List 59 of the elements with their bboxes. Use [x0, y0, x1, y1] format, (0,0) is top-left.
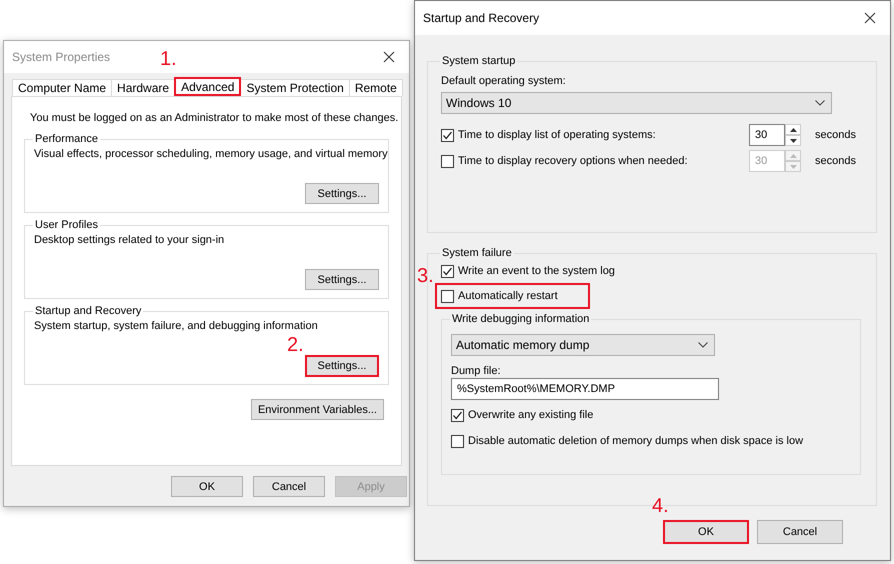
triangle-down-icon [790, 164, 796, 168]
settings-button[interactable]: Settings... [305, 269, 379, 290]
checkbox-label: Automatically restart [458, 290, 558, 302]
checkbox[interactable] [441, 290, 454, 302]
unit-label: seconds [815, 129, 856, 141]
checkbox-label: Time to display recovery options when needed: [458, 155, 688, 167]
close-icon[interactable] [864, 12, 876, 24]
group-title: User Profiles [34, 219, 99, 231]
step-number: 4. [652, 496, 669, 516]
dropdown[interactable]: Windows 10 [441, 92, 832, 114]
tab[interactable]: Remote [348, 79, 403, 96]
checkbox[interactable] [451, 434, 464, 448]
window-title: Startup and Recovery [423, 11, 540, 25]
close-icon[interactable] [383, 51, 395, 63]
dropdown[interactable]: Automatic memory dump [451, 334, 715, 356]
triangle-down-icon [790, 138, 796, 142]
triangle-up-icon [790, 154, 796, 158]
checkbox[interactable] [441, 264, 454, 278]
checkbox-label: Overwrite any existing file [468, 409, 594, 421]
number-field[interactable]: 30 [749, 124, 785, 146]
group-description: Visual effects, processor scheduling, memory usage, and virtual memory [34, 147, 388, 161]
checkbox-label: Time to display list of operating systems: [458, 129, 657, 141]
settings-button[interactable]: Settings... [305, 355, 379, 377]
group-description: Desktop settings related to your sign-in [34, 233, 224, 247]
checkbox[interactable] [451, 408, 464, 422]
window-title: System Properties [12, 50, 110, 64]
checkbox-label: Disable automatic deletion of memory dumps when disk space is low [468, 435, 804, 447]
step-number: 1. [160, 49, 177, 69]
tab[interactable]: Hardware [111, 79, 176, 96]
group-title: Performance [34, 133, 99, 145]
tab[interactable]: Computer Name [12, 79, 112, 96]
step-number: 2. [287, 335, 304, 355]
group-title: System startup [441, 55, 516, 67]
unit-label: seconds [815, 155, 856, 167]
notice-text: You must be logged on as an Administrator to make most of these changes. [30, 111, 398, 125]
step-number: 3. [417, 266, 434, 286]
tab[interactable]: System Protection [240, 79, 350, 96]
chevron-down-icon [698, 342, 708, 348]
group-title: System failure [441, 247, 513, 259]
group-description: System startup, system failure, and debugging information [34, 319, 318, 333]
group-title: Write debugging information [451, 313, 590, 325]
environment-variables-button[interactable]: Environment Variables... [250, 399, 384, 420]
checkbox[interactable] [441, 128, 454, 142]
field-label: Dump file: [451, 365, 502, 377]
checkbox[interactable] [441, 154, 454, 168]
input-field[interactable]: %SystemRoot%\MEMORY.DMP [451, 378, 719, 400]
dialog-button[interactable]: Cancel [253, 476, 325, 497]
settings-button[interactable]: Settings... [305, 183, 379, 204]
dialog-button[interactable]: OK [171, 476, 243, 497]
checkbox-label: Write an event to the system log [458, 265, 615, 277]
spin-up-button[interactable] [785, 124, 801, 135]
group-title: Startup and Recovery [34, 305, 142, 317]
field-label: Default operating system: [441, 75, 567, 87]
dialog-button[interactable]: Cancel [757, 520, 843, 544]
dialog-button[interactable]: OK [663, 520, 749, 544]
chevron-down-icon [815, 100, 825, 106]
tab[interactable]: Advanced [174, 77, 242, 96]
triangle-up-icon [790, 128, 796, 132]
spin-down-button[interactable] [785, 135, 801, 146]
